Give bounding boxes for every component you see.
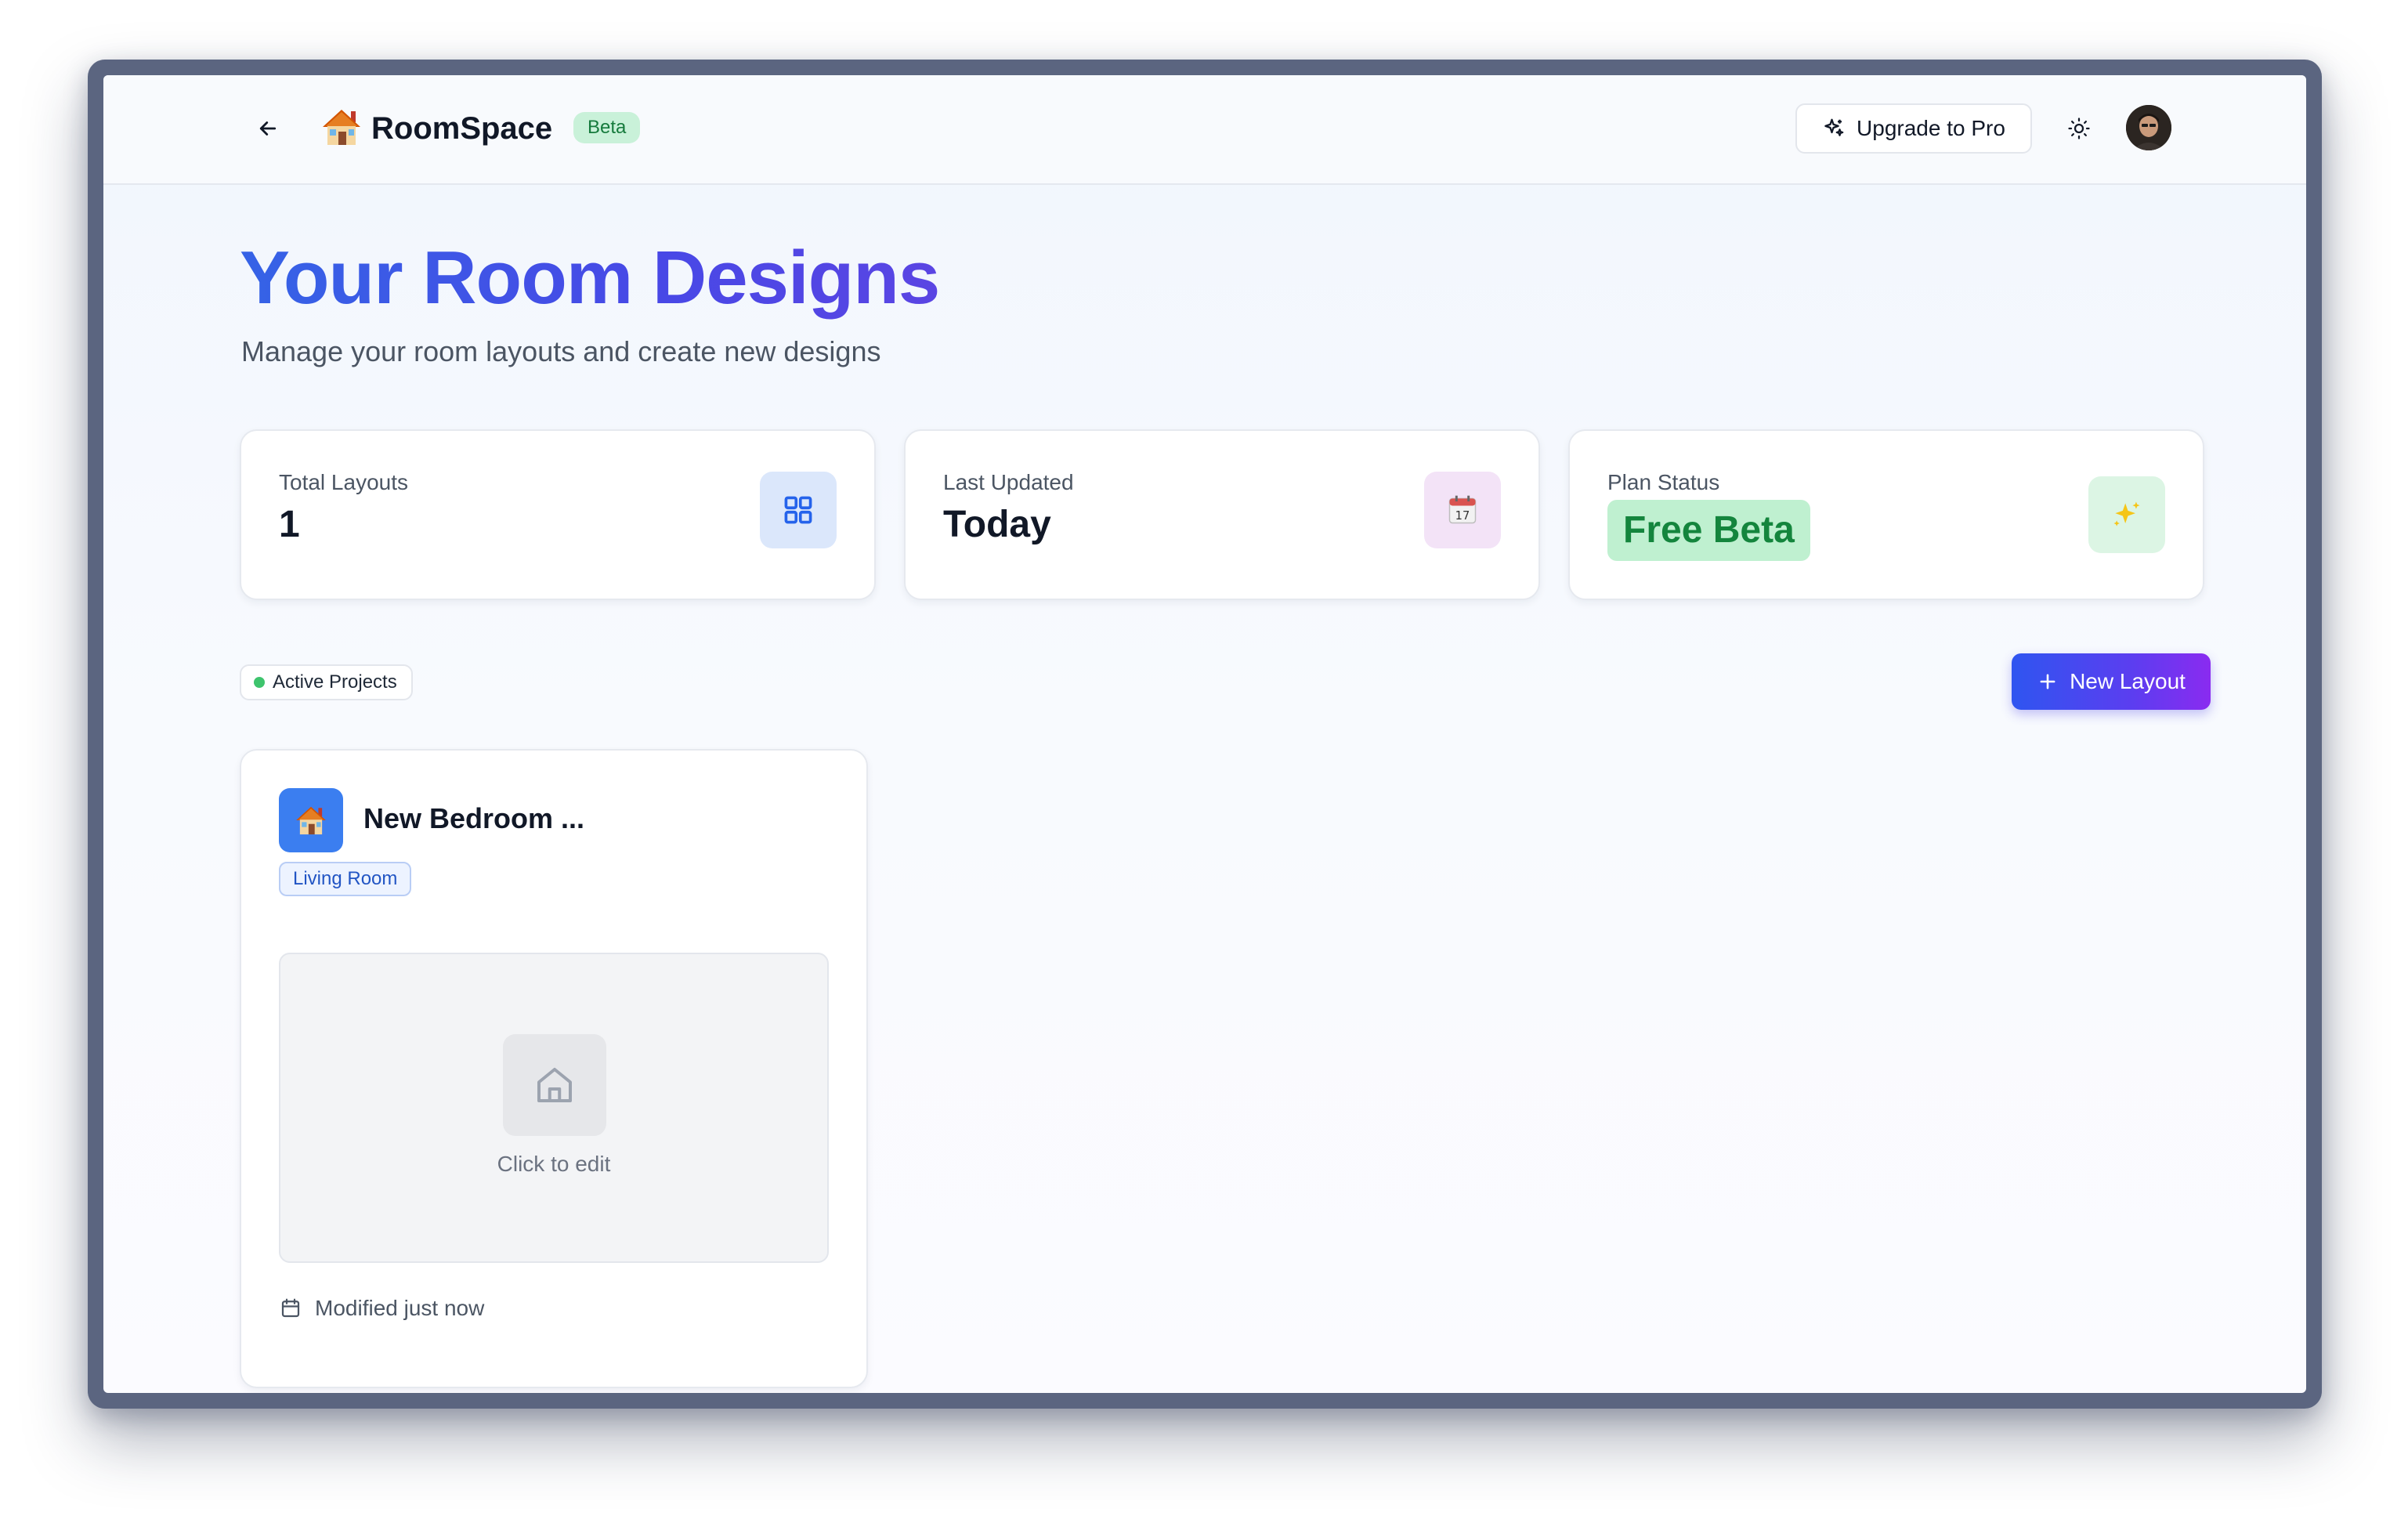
house-icon xyxy=(323,110,360,145)
sparkles-icon xyxy=(1824,118,1844,136)
layout-card[interactable]: New Bedroom ... Living Room Click to edi… xyxy=(240,749,868,1388)
stat-value: 1 xyxy=(279,504,300,545)
sun-icon xyxy=(2068,118,2090,139)
theme-toggle-button[interactable] xyxy=(2060,110,2098,147)
modified-info: Modified just now xyxy=(279,1296,484,1321)
active-projects-label: Active Projects xyxy=(273,671,397,693)
active-projects-filter[interactable]: Active Projects xyxy=(240,664,413,700)
stat-label: Plan Status xyxy=(1607,470,1720,494)
grid-icon xyxy=(760,472,837,548)
back-button[interactable] xyxy=(251,111,285,146)
calendar-icon: 17 xyxy=(1424,472,1501,548)
click-to-edit-text: Click to edit xyxy=(497,1152,611,1176)
upgrade-to-pro-button[interactable]: Upgrade to Pro xyxy=(1795,103,2032,154)
layout-title[interactable]: New Bedroom ... xyxy=(363,802,584,835)
avatar-image xyxy=(2126,105,2171,150)
new-layout-label: New Layout xyxy=(2070,669,2186,693)
plus-icon xyxy=(2040,674,2055,689)
sparkles-icon xyxy=(2088,476,2165,553)
status-dot xyxy=(254,677,265,688)
app-window: RoomSpace Beta Upgrade to Pro Your Room … xyxy=(103,75,2306,1393)
room-type-tag: Living Room xyxy=(279,862,412,896)
stat-label: Last Updated xyxy=(943,470,1074,494)
user-avatar[interactable] xyxy=(2126,105,2171,150)
house-icon xyxy=(279,788,343,852)
stat-label: Total Layouts xyxy=(279,470,408,494)
app-name: RoomSpace xyxy=(371,111,553,146)
svg-text:17: 17 xyxy=(1455,509,1470,523)
home-outline-icon xyxy=(503,1034,606,1136)
stat-card-last-updated: Last Updated Today 17 xyxy=(904,429,1540,600)
plan-status-value: Free Beta xyxy=(1607,500,1810,561)
page-title: Your Room Designs xyxy=(240,232,940,324)
window-frame: RoomSpace Beta Upgrade to Pro Your Room … xyxy=(88,60,2322,1409)
modified-text: Modified just now xyxy=(315,1296,485,1320)
stat-card-total-layouts: Total Layouts 1 xyxy=(240,429,876,600)
stat-value: Today xyxy=(943,504,1051,545)
new-layout-button[interactable]: New Layout xyxy=(2012,653,2211,710)
calendar-icon xyxy=(281,1298,300,1318)
beta-badge: Beta xyxy=(573,112,641,143)
top-header: RoomSpace Beta Upgrade to Pro xyxy=(103,75,2306,185)
arrow-left-icon xyxy=(259,121,277,136)
layout-preview[interactable]: Click to edit xyxy=(279,953,829,1263)
page-subtitle: Manage your room layouts and create new … xyxy=(241,335,881,367)
upgrade-label: Upgrade to Pro xyxy=(1857,116,2005,140)
stat-card-plan-status: Plan Status Free Beta xyxy=(1568,429,2204,600)
